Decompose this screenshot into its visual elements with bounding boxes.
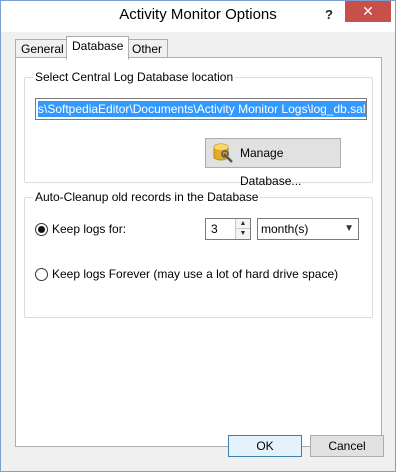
keep-logs-forever-label: Keep logs Forever (may use a lot of hard… — [52, 267, 339, 281]
database-tab-panel: Select Central Log Database location s\S… — [15, 57, 382, 447]
log-database-path-field[interactable]: s\SoftpediaEditor\Documents\Activity Mon… — [35, 98, 367, 120]
auto-cleanup-group-title: Auto-Cleanup old records in the Database — [33, 190, 261, 204]
manage-database-button[interactable]: Manage Database... — [205, 138, 341, 188]
tab-database[interactable]: Database — [66, 36, 130, 60]
keep-logs-unit-value: month(s) — [261, 222, 309, 236]
keep-logs-value: 3 — [211, 222, 218, 236]
dialog-client-area: General Database Other Select Central Lo… — [8, 32, 388, 466]
spin-up-icon[interactable]: ▲ — [235, 219, 250, 229]
keep-logs-forever-radio[interactable] — [35, 268, 48, 281]
spin-down-icon[interactable]: ▼ — [235, 229, 250, 239]
database-icon — [213, 143, 233, 163]
options-window: Activity Monitor Options ? ✕ General Dat… — [0, 0, 396, 472]
log-database-path-value: s\SoftpediaEditor\Documents\Activity Mon… — [38, 101, 366, 117]
keep-logs-stepper[interactable]: 3 ▲ ▼ — [205, 218, 251, 240]
help-button[interactable]: ? — [319, 5, 339, 25]
central-log-group-title: Select Central Log Database location — [33, 70, 236, 84]
close-button[interactable]: ✕ — [345, 1, 391, 22]
chevron-down-icon: ▼ — [344, 223, 354, 234]
auto-cleanup-group: Auto-Cleanup old records in the Database… — [24, 190, 373, 318]
keep-logs-for-label: Keep logs for: — [52, 222, 127, 236]
manage-database-label: Manage Database... — [240, 146, 302, 188]
cancel-button[interactable]: Cancel — [310, 435, 384, 457]
keep-logs-unit-select[interactable]: month(s) ▼ — [257, 218, 359, 240]
keep-logs-for-radio[interactable] — [35, 223, 48, 236]
title-bar[interactable]: Activity Monitor Options ? ✕ — [1, 1, 395, 32]
central-log-group: Select Central Log Database location s\S… — [24, 70, 373, 188]
ok-button[interactable]: OK — [228, 435, 302, 457]
